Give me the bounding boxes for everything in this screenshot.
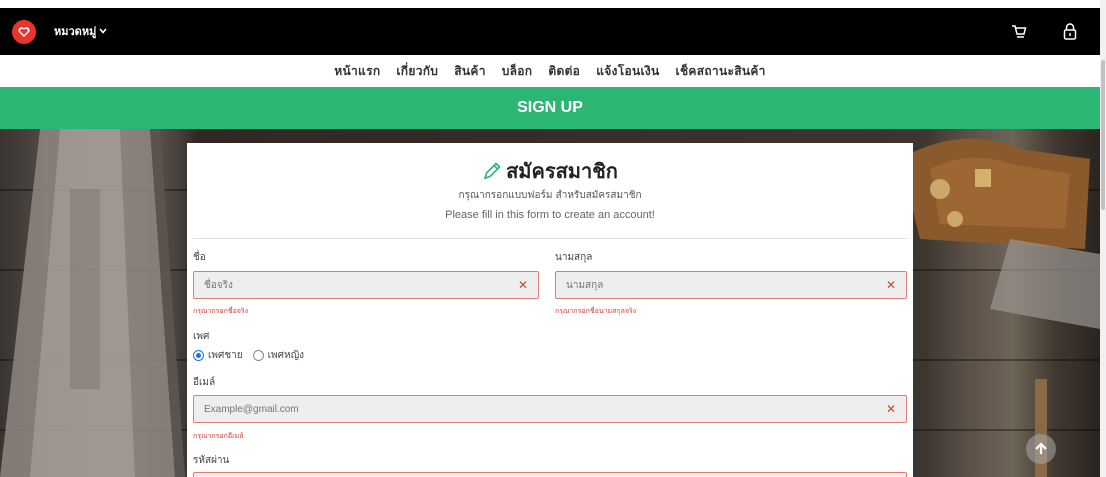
email-field: ✕ xyxy=(193,395,907,423)
email-input[interactable] xyxy=(194,396,906,422)
form-heading: สมัครสมาชิก xyxy=(506,159,618,183)
arrow-up-icon[interactable] xyxy=(1026,434,1056,464)
clear-icon[interactable]: ✕ xyxy=(885,402,897,416)
password-input[interactable] xyxy=(194,473,906,477)
category-menu-label: หมวดหมู่ xyxy=(54,25,97,38)
gender-label: เพศ xyxy=(193,331,210,342)
nav-payment-notice[interactable]: แจ้งโอนเงิน xyxy=(596,62,659,81)
first-name-label: ชื่อ xyxy=(193,252,206,263)
nav-about[interactable]: เกี่ยวกับ xyxy=(396,62,438,81)
nav-blog[interactable]: บล็อก xyxy=(502,62,533,81)
last-name-error: กรุณากรอกชื่อนามสกุลจริง xyxy=(555,307,637,315)
gender-female-label[interactable]: เพศหญิง xyxy=(268,348,304,363)
email-error: กรุณากรอกอีเมล์ xyxy=(193,432,244,440)
banner-title: SIGN UP xyxy=(517,99,583,116)
nav-home[interactable]: หน้าแรก xyxy=(334,62,380,81)
top-bar: หมวดหมู่ xyxy=(0,8,1100,55)
main-nav: หน้าแรก เกี่ยวกับ สินค้า บล็อก ติดต่อ แจ… xyxy=(0,55,1100,87)
first-name-field: ✕ xyxy=(193,271,539,299)
clear-icon[interactable]: ✕ xyxy=(517,278,529,292)
last-name-field: ✕ xyxy=(555,271,907,299)
last-name-label: นามสกุล xyxy=(555,252,593,263)
signup-form: สมัครสมาชิก กรุณากรอกแบบฟอร์ม สำหรับสมัค… xyxy=(187,143,913,477)
password-field xyxy=(193,472,907,477)
form-subtitle-th: กรุณากรอกแบบฟอร์ม สำหรับสมัครสมาชิก xyxy=(458,190,642,201)
nav-products[interactable]: สินค้า xyxy=(454,62,486,81)
cart-icon[interactable] xyxy=(1008,20,1030,42)
clear-icon[interactable]: ✕ xyxy=(885,278,897,292)
password-label: รหัสผ่าน xyxy=(193,455,230,466)
scrollbar[interactable] xyxy=(1100,0,1106,477)
category-menu[interactable]: หมวดหมู่ xyxy=(54,22,107,40)
gender-options: เพศชาย เพศหญิง xyxy=(193,348,304,363)
form-title: สมัครสมาชิก xyxy=(187,155,913,187)
heart-shield-icon[interactable] xyxy=(12,20,36,44)
last-name-input[interactable] xyxy=(556,272,906,298)
nav-contact[interactable]: ติดต่อ xyxy=(548,62,580,81)
pencil-icon xyxy=(483,162,501,180)
scrollbar-thumb[interactable] xyxy=(1101,60,1105,210)
nav-order-status[interactable]: เช็คสถานะสินค้า xyxy=(676,62,766,81)
first-name-input[interactable] xyxy=(194,272,538,298)
lock-icon[interactable] xyxy=(1059,20,1081,42)
saw-handle-image xyxy=(900,138,1100,477)
gender-female-radio[interactable] xyxy=(252,350,264,361)
divider xyxy=(193,238,907,239)
chevron-down-icon xyxy=(99,28,107,34)
gender-male-radio[interactable] xyxy=(193,350,204,361)
gender-male-label[interactable]: เพศชาย xyxy=(208,348,243,363)
first-name-error: กรุณากรอกชื่อจริง xyxy=(193,307,249,315)
email-label: อีเมล์ xyxy=(193,377,216,388)
saw-image xyxy=(0,129,185,477)
form-subtitle-en: Please fill in this form to create an ac… xyxy=(445,209,655,221)
signup-banner: SIGN UP xyxy=(0,87,1100,129)
